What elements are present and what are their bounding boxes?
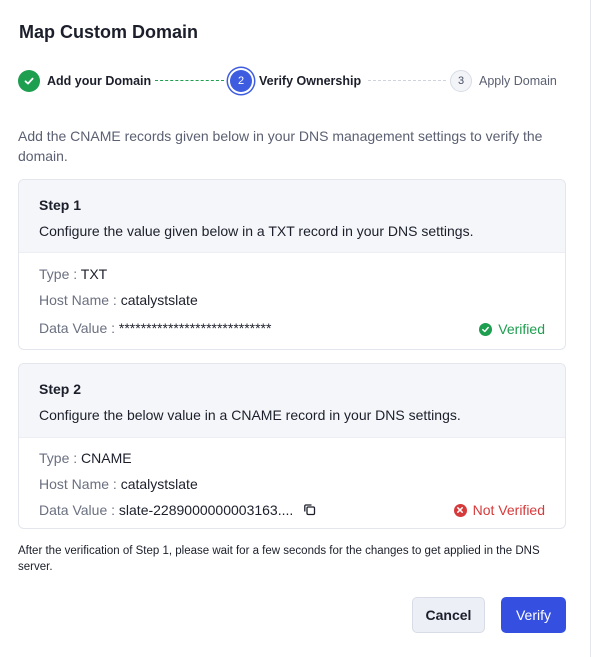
record-type-value: CNAME [81, 450, 132, 466]
data-value-text: **************************** [118, 320, 272, 336]
host-name: Host Name : catalystslate [39, 475, 198, 493]
map-custom-domain-dialog: Map Custom Domain Add your Domain 2 Veri… [0, 0, 591, 657]
dialog-title: Map Custom Domain [19, 22, 199, 42]
check-icon [18, 70, 40, 92]
card-description: Configure the below value in a CNAME rec… [39, 407, 461, 423]
step-apply-domain: 3 Apply Domain [450, 69, 557, 93]
step-number: 2 [230, 70, 252, 92]
record-type-label: Type : [39, 450, 78, 466]
step-verify-ownership: 2 Verify Ownership [230, 69, 361, 93]
host-name-value: catalystslate [120, 292, 198, 308]
step-add-domain: Add your Domain [18, 69, 151, 93]
card-body: Type : CNAME Host Name : catalystslate D… [19, 438, 565, 528]
step-connector [368, 80, 446, 81]
record-type: Type : CNAME [39, 449, 132, 467]
step-label: Verify Ownership [259, 74, 362, 88]
status-badge-verified: Verified [479, 320, 545, 338]
record-type-value: TXT [80, 266, 108, 282]
data-value: Data Value : ***************************… [39, 319, 271, 337]
data-value-label: Data Value : [39, 502, 116, 518]
step-number: 3 [450, 70, 472, 92]
cancel-button[interactable]: Cancel [412, 597, 485, 633]
host-name: Host Name : catalystslate [39, 291, 198, 309]
card-header: Step 1 Configure the value given below i… [19, 180, 565, 253]
verification-card-cname: Step 2 Configure the below value in a CN… [18, 363, 566, 529]
card-heading: Step 2 [39, 381, 82, 397]
copy-icon[interactable] [303, 502, 316, 520]
card-heading: Step 1 [39, 197, 82, 213]
stepper: Add your Domain 2 Verify Ownership 3 App… [18, 69, 563, 95]
record-type: Type : TXT [39, 265, 107, 283]
intro-text: Add the CNAME records given below in you… [18, 128, 543, 164]
status-badge-not-verified: Not Verified [453, 501, 545, 519]
status-text: Verified [498, 321, 545, 337]
step-connector [155, 80, 224, 81]
verify-button[interactable]: Verify [501, 597, 566, 633]
host-name-label: Host Name : [39, 292, 117, 308]
dns-wait-note: After the verification of Step 1, please… [18, 545, 540, 573]
status-text: Not Verified [472, 502, 545, 518]
step-label: Apply Domain [479, 74, 557, 88]
data-value-label: Data Value : [39, 320, 116, 336]
data-value: Data Value : slate-2289000000003163.... [39, 501, 316, 520]
host-name-label: Host Name : [39, 476, 117, 492]
card-body: Type : TXT Host Name : catalystslate Dat… [19, 253, 565, 349]
record-type-label: Type : [39, 266, 78, 282]
data-value-text: slate-2289000000003163.... [118, 502, 294, 518]
check-circle-icon [479, 322, 493, 336]
error-circle-icon [453, 503, 467, 517]
step-label: Add your Domain [47, 74, 152, 88]
card-description: Configure the value given below in a TXT… [39, 223, 474, 239]
card-header: Step 2 Configure the below value in a CN… [19, 364, 565, 438]
verification-card-txt: Step 1 Configure the value given below i… [18, 179, 566, 350]
host-name-value: catalystslate [120, 476, 198, 492]
